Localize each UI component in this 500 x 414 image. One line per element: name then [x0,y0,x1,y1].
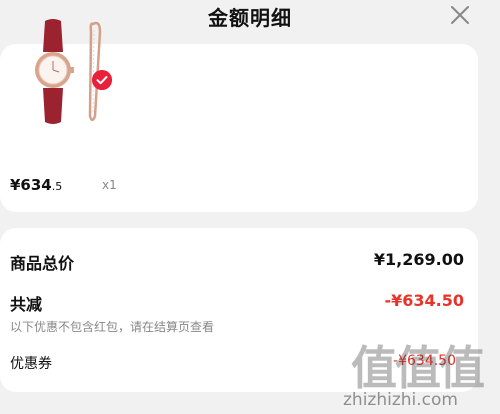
reduction-value: -¥634.50 [384,291,464,310]
close-icon[interactable] [448,3,472,27]
product-price: ¥634.5 [10,176,62,194]
amount-detail-sheet: 金额明细 ¥634.5 x1 商品总价 ¥1,269.00 共减 -¥634.5… [0,0,500,414]
check-circle-icon[interactable] [92,70,112,90]
reduction-label: 共减 [10,295,43,314]
coupon-label[interactable]: 优惠券 [10,353,52,373]
total-price-value: ¥1,269.00 [373,250,464,269]
product-quantity: x1 [102,178,117,192]
total-price-label: 商品总价 [10,254,75,273]
product-price-main: ¥634 [10,176,52,194]
watermark: 值值值 zhizhizhi.com [337,332,497,414]
discount-note: 以下优惠不包含红包，请在结算页查看 [10,320,215,334]
watermark-logo: 值值值 [351,341,485,395]
watermark-url: zhizhizhi.com [343,390,458,410]
product-price-decimal: .5 [51,180,63,193]
